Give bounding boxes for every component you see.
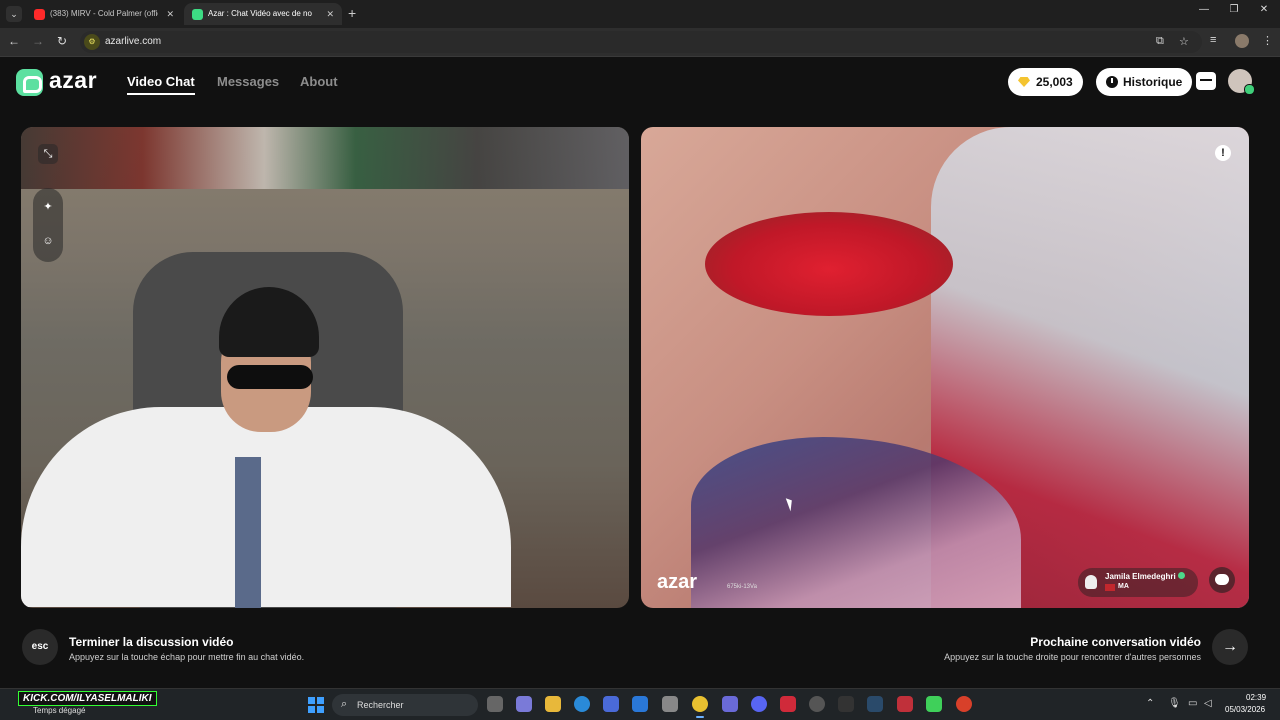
- profile-avatar[interactable]: [1235, 34, 1249, 48]
- end-chat-subtitle: Appuyez sur la touche échap pour mettre …: [69, 652, 305, 662]
- taskbar-date[interactable]: 05/03/2026: [1225, 705, 1265, 714]
- magic-wand-icon[interactable]: ✦: [38, 197, 58, 217]
- search-placeholder: Rechercher: [357, 700, 404, 710]
- app-icon[interactable]: [838, 696, 854, 712]
- search-icon: ⌕: [341, 698, 348, 710]
- snipping-icon[interactable]: [662, 696, 678, 712]
- remote-face: [705, 212, 953, 316]
- task-view-icon[interactable]: [487, 696, 503, 712]
- minimize-icon[interactable]: —: [1194, 4, 1214, 15]
- next-arrow-button[interactable]: →: [1212, 629, 1248, 665]
- play-icon[interactable]: [926, 696, 942, 712]
- azar-logo-icon[interactable]: [16, 69, 43, 96]
- azar-watermark: azar: [657, 571, 698, 593]
- user-avatar[interactable]: [1228, 69, 1255, 95]
- tab-youtube[interactable]: (383) MIRV - Cold Palmer (offici ✕: [26, 3, 182, 25]
- volume-icon[interactable]: ◁: [1204, 698, 1212, 709]
- report-icon[interactable]: !: [1215, 145, 1231, 161]
- site-info-icon[interactable]: ⚙: [84, 34, 100, 50]
- close-icon[interactable]: ✕: [326, 3, 334, 25]
- chat-icon[interactable]: [1209, 567, 1235, 593]
- tab-title: (383) MIRV - Cold Palmer (offici: [50, 9, 158, 18]
- collapse-view-icon[interactable]: ⤡: [38, 144, 58, 164]
- media-controls-icon[interactable]: ≡: [1210, 34, 1216, 46]
- person-tie: [235, 457, 261, 608]
- back-icon[interactable]: ←: [6, 34, 22, 48]
- adobe-icon[interactable]: [780, 696, 796, 712]
- tray-expand-icon[interactable]: ⌃: [1146, 698, 1154, 709]
- stream-overlay-text: KICK.COM/ILYASELMALIKI: [18, 691, 157, 706]
- end-chat-title: Terminer la discussion vidéo: [69, 635, 234, 649]
- address-bar[interactable]: ⚙ azarlive.com ⧉ ☆: [80, 31, 1202, 53]
- esc-key-button[interactable]: esc: [22, 629, 58, 665]
- new-tab-icon[interactable]: +: [348, 5, 356, 21]
- tab-search-menu-icon[interactable]: ⌄: [6, 6, 22, 22]
- edge-icon[interactable]: [574, 696, 590, 712]
- gem-icon: [1018, 77, 1030, 87]
- streamlabs-icon[interactable]: [897, 696, 913, 712]
- tab-azar[interactable]: Azar : Chat Vidéo avec de no ✕: [184, 3, 342, 25]
- copilot-icon[interactable]: [516, 696, 532, 712]
- taskbar-search[interactable]: ⌕ Rechercher: [332, 694, 478, 716]
- remote-user-country: MA: [1118, 583, 1129, 590]
- notification-app-icon[interactable]: [956, 696, 972, 712]
- url-text: azarlive.com: [105, 36, 162, 47]
- nav-about[interactable]: About: [300, 74, 338, 89]
- gems-balance-button[interactable]: 25,003: [1008, 68, 1083, 96]
- reload-icon[interactable]: ↻: [54, 34, 70, 48]
- microphone-icon[interactable]: 🎙: [1168, 698, 1181, 709]
- browser-toolbar: ← → ↻ ⚙ azarlive.com ⧉ ☆ ≡ ⋮: [0, 28, 1280, 57]
- nav-messages[interactable]: Messages: [217, 74, 279, 89]
- person-sunglasses: [227, 365, 313, 389]
- history-label: Historique: [1123, 75, 1183, 89]
- bookmark-star-icon[interactable]: ☆: [1179, 35, 1189, 48]
- window-close-icon[interactable]: ✕: [1254, 4, 1274, 15]
- azar-app: azar Video Chat Messages About 25,003 Hi…: [0, 57, 1280, 688]
- remote-user-name-row: Jamila Elmedeghri: [1105, 572, 1185, 581]
- restore-icon[interactable]: ❐: [1224, 4, 1244, 15]
- windows-taskbar: KICK.COM/ILYASELMALIKI Temps dégagé ⌕ Re…: [0, 688, 1280, 720]
- azar-logo-text[interactable]: azar: [49, 67, 97, 94]
- taskbar-time[interactable]: 02:39: [1246, 693, 1266, 702]
- next-chat-title: Prochaine conversation vidéo: [1030, 635, 1201, 649]
- close-icon[interactable]: ✕: [166, 3, 174, 25]
- network-icon[interactable]: ▭: [1188, 698, 1197, 709]
- remote-video: ! azar 675ki-13Va Jamila Elmedeghri MA: [641, 127, 1249, 608]
- morocco-flag-icon: [1105, 584, 1115, 591]
- person-shirt: [21, 407, 511, 607]
- file-explorer-icon[interactable]: [545, 696, 561, 712]
- remote-user-chip[interactable]: Jamila Elmedeghri MA: [1078, 568, 1198, 597]
- remote-user-name: Jamila Elmedeghri: [1105, 572, 1176, 581]
- local-video: ⤡ ✦ ☺: [21, 127, 629, 608]
- background-shelf: [21, 127, 629, 189]
- controller-icon[interactable]: [722, 696, 738, 712]
- nav-video-chat[interactable]: Video Chat: [127, 74, 195, 95]
- forward-icon[interactable]: →: [30, 34, 46, 48]
- verified-icon: [1177, 572, 1185, 579]
- obs-icon[interactable]: [809, 696, 825, 712]
- steam-icon[interactable]: [867, 696, 883, 712]
- weather-text[interactable]: Temps dégagé: [33, 706, 85, 715]
- browser-menu-icon[interactable]: ⋮: [1262, 34, 1273, 47]
- clock-icon: [1106, 76, 1118, 88]
- next-chat-subtitle: Appuyez sur la touche droite pour rencon…: [944, 652, 1201, 662]
- discord-icon[interactable]: [751, 696, 767, 712]
- tab-title: Azar : Chat Vidéo avec de no: [208, 9, 312, 18]
- gems-count: 25,003: [1036, 75, 1073, 89]
- youtube-icon: [34, 8, 45, 20]
- chrome-icon[interactable]: [692, 696, 708, 718]
- install-app-icon[interactable]: ⧉: [1156, 35, 1164, 48]
- user-icon: [1085, 575, 1097, 589]
- mail-icon[interactable]: [632, 696, 648, 712]
- shop-icon[interactable]: [1196, 72, 1216, 90]
- store-icon[interactable]: [603, 696, 619, 712]
- azar-favicon-icon: [192, 8, 203, 20]
- history-button[interactable]: Historique: [1096, 68, 1193, 96]
- stream-id: 675ki-13Va: [727, 584, 757, 590]
- face-sticker-icon[interactable]: ☺: [38, 231, 58, 251]
- effects-toolbar: ✦ ☺: [33, 188, 63, 262]
- browser-tab-strip: ⌄ (383) MIRV - Cold Palmer (offici ✕ Aza…: [0, 0, 1280, 28]
- windows-start-icon[interactable]: [308, 697, 324, 713]
